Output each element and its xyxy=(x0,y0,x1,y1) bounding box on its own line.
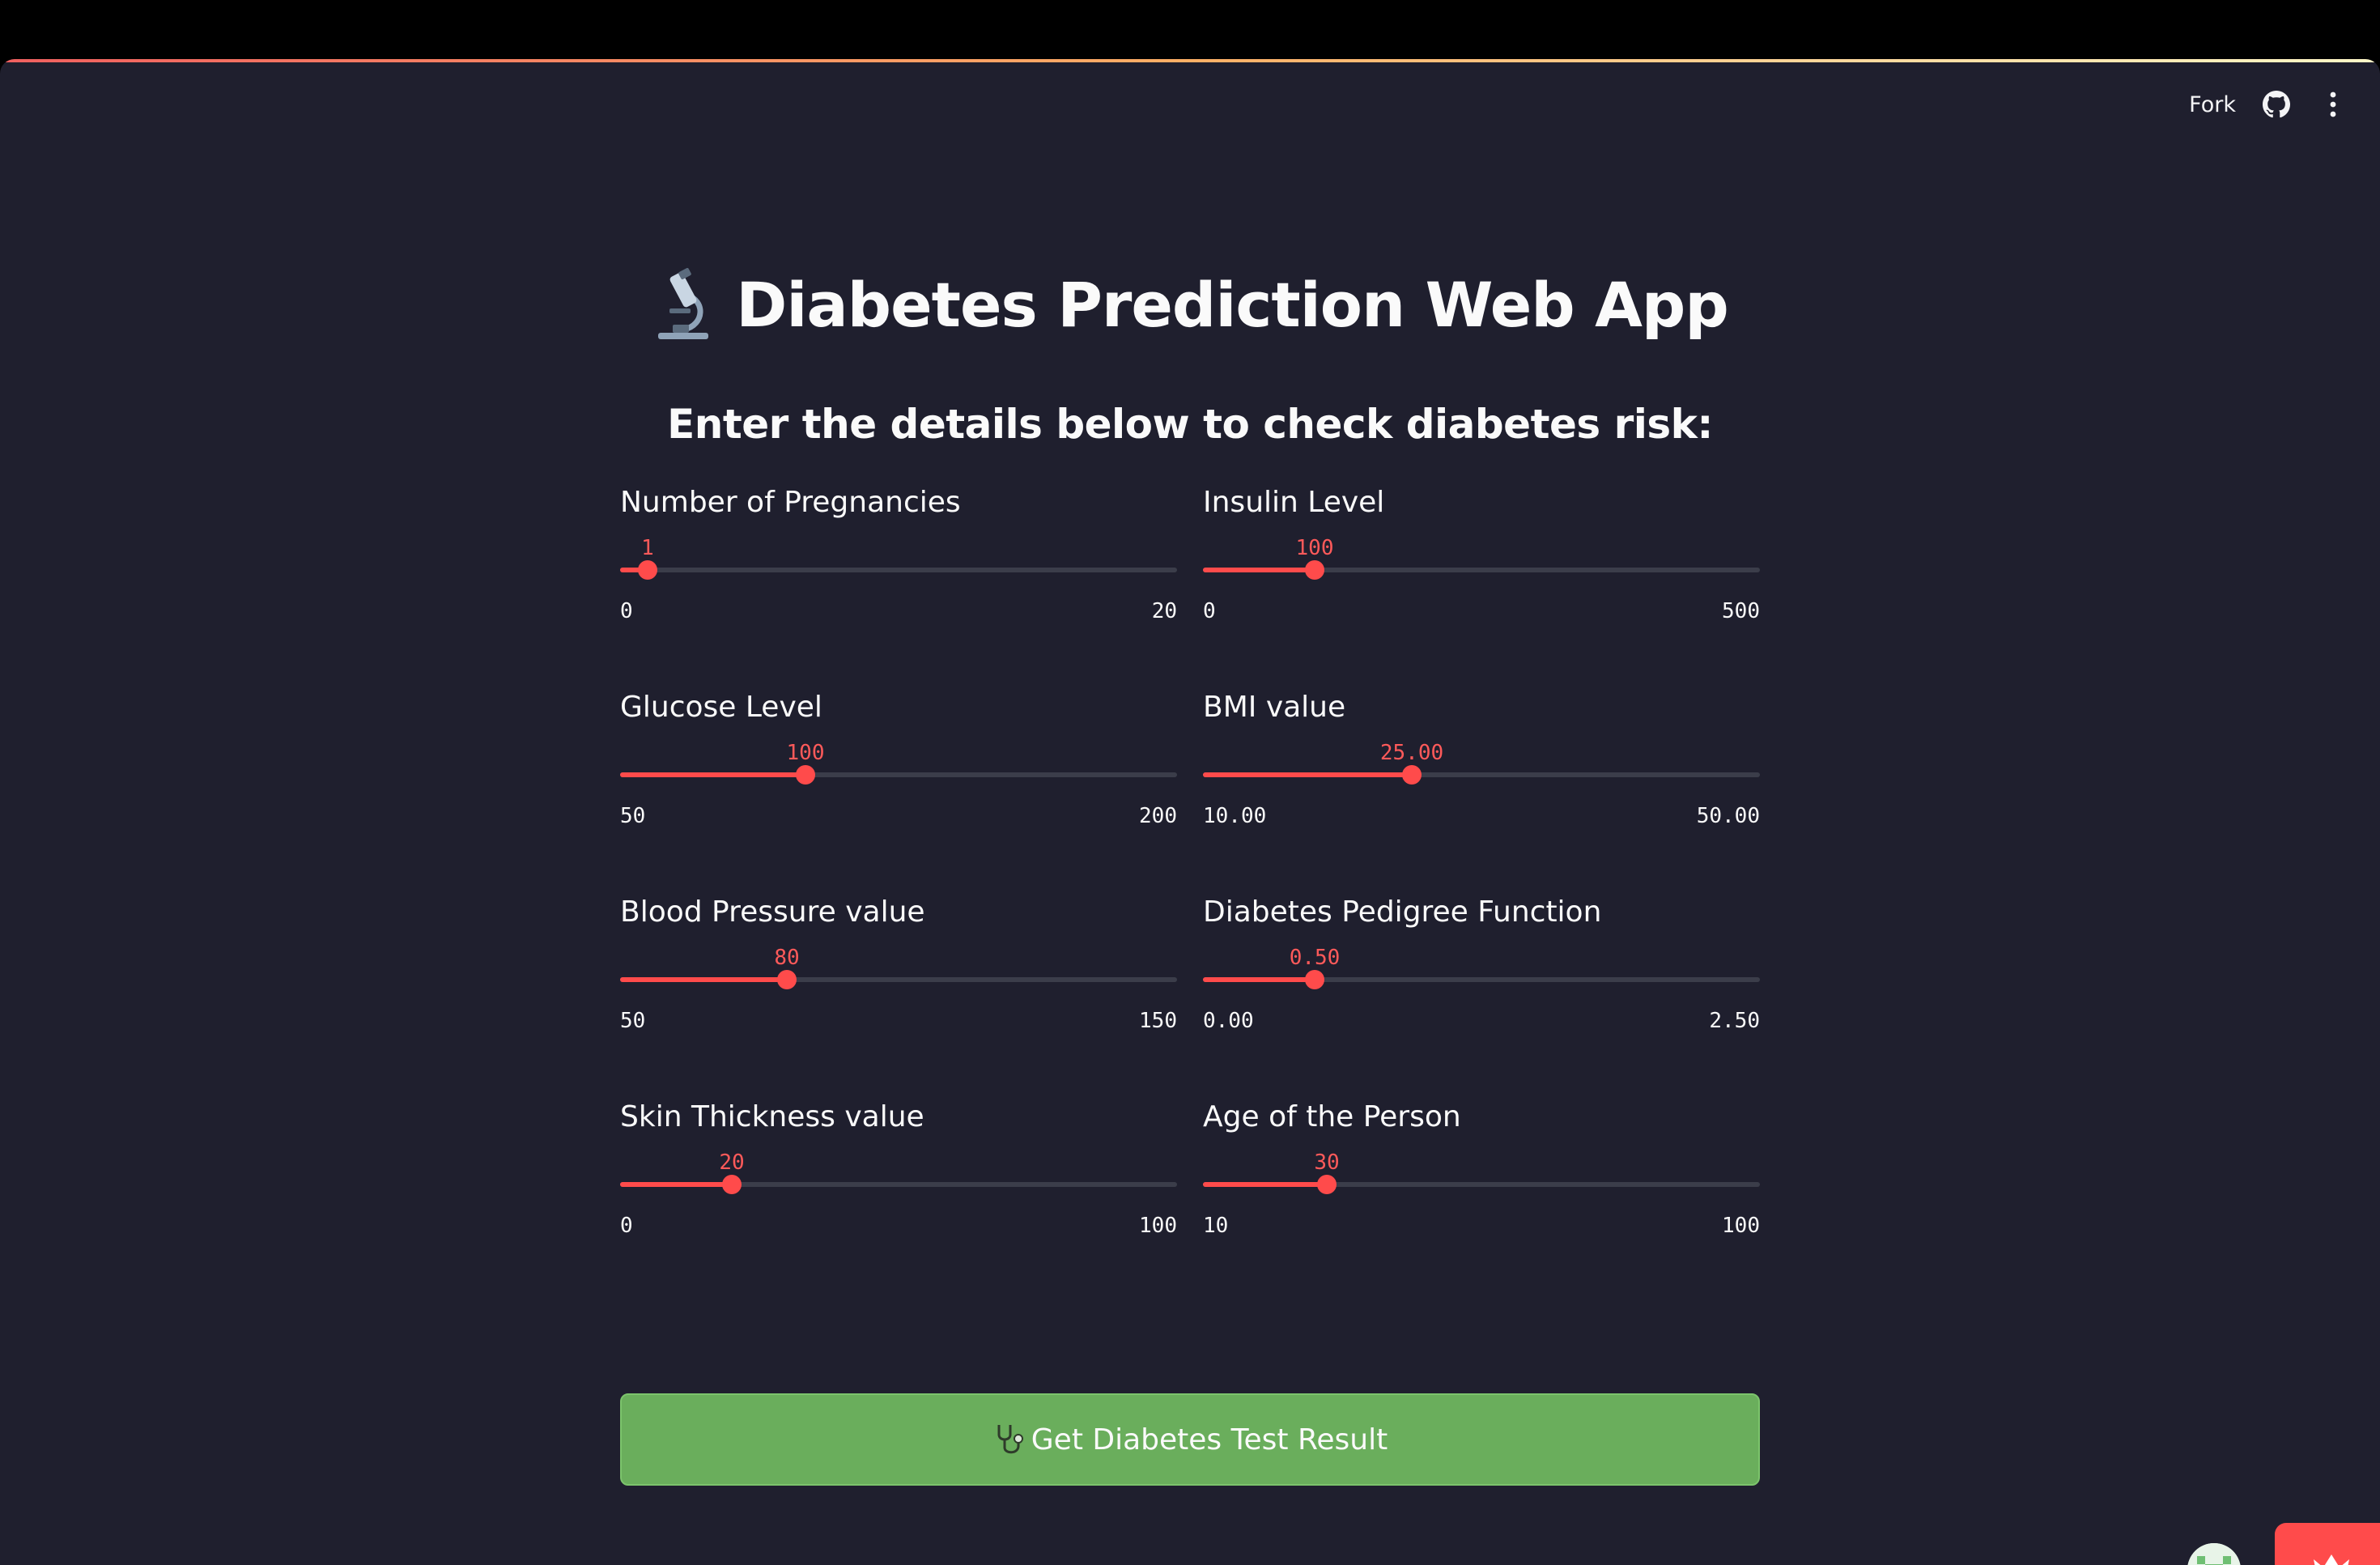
slider-label: Number of Pregnancies xyxy=(620,486,961,519)
slider-label: Blood Pressure value xyxy=(620,895,925,929)
slider-track[interactable] xyxy=(1203,977,1760,982)
slider-thumb[interactable] xyxy=(1305,970,1324,989)
slider-min-label: 50 xyxy=(620,1009,646,1033)
get-result-button-label: Get Diabetes Test Result xyxy=(1031,1423,1388,1457)
slider-min-label: 0 xyxy=(620,599,633,623)
slider-insulin-level[interactable]: Insulin Level 100 0 500 xyxy=(1203,486,1760,623)
github-icon[interactable] xyxy=(2260,88,2293,121)
slider-value: 20 xyxy=(719,1150,745,1175)
slider-skin-thickness-value[interactable]: Skin Thickness value 20 0 100 xyxy=(620,1100,1177,1238)
slider-min-label: 0.00 xyxy=(1203,1009,1254,1033)
slider-value: 100 xyxy=(786,741,825,765)
slider-value: 80 xyxy=(774,946,800,970)
slider-fill xyxy=(620,772,805,777)
slider-max-label: 500 xyxy=(1722,599,1760,623)
slider-max-label: 2.50 xyxy=(1709,1009,1760,1033)
avatar[interactable] xyxy=(2187,1543,2241,1565)
slider-thumb[interactable] xyxy=(1305,560,1324,580)
slider-label: Insulin Level xyxy=(1203,486,1385,519)
page-subtitle: Enter the details below to check diabete… xyxy=(667,401,1713,448)
slider-fill xyxy=(1203,977,1315,982)
slider-min-label: 10.00 xyxy=(1203,804,1267,828)
slider-thumb[interactable] xyxy=(722,1175,742,1194)
slider-fill xyxy=(1203,772,1412,777)
slider-track[interactable] xyxy=(620,568,1177,572)
slider-label: BMI value xyxy=(1203,691,1346,724)
streamlit-badge[interactable] xyxy=(2275,1523,2380,1565)
slider-max-label: 200 xyxy=(1139,804,1177,828)
slider-bmi-value[interactable]: BMI value 25.00 10.00 50.00 xyxy=(1203,691,1760,828)
slider-value: 100 xyxy=(1295,536,1334,560)
slider-max-label: 20 xyxy=(1151,599,1177,623)
app-window: Fork Diabetes Prediction Web App Enter t… xyxy=(0,59,2380,1565)
microscope-icon xyxy=(652,268,715,341)
slider-fill xyxy=(620,977,787,982)
slider-glucose-level[interactable]: Glucose Level 100 50 200 xyxy=(620,691,1177,828)
slider-max-label: 50.00 xyxy=(1696,804,1760,828)
slider-value: 25.00 xyxy=(1379,741,1444,765)
slider-track[interactable] xyxy=(1203,1182,1760,1187)
slider-track[interactable] xyxy=(620,1182,1177,1187)
slider-label: Diabetes Pedigree Function xyxy=(1203,895,1602,929)
slider-track[interactable] xyxy=(620,772,1177,777)
stethoscope-icon xyxy=(992,1422,1026,1457)
slider-value: 0.50 xyxy=(1289,946,1341,970)
slider-value: 1 xyxy=(641,536,654,560)
slider-fill xyxy=(620,1182,732,1187)
slider-label: Glucose Level xyxy=(620,691,822,724)
page-title: Diabetes Prediction Web App xyxy=(0,268,2380,341)
slider-max-label: 150 xyxy=(1139,1009,1177,1033)
slider-fill xyxy=(1203,1182,1327,1187)
slider-number-of-pregnancies[interactable]: Number of Pregnancies 1 0 20 xyxy=(620,486,1177,623)
kebab-menu-icon[interactable] xyxy=(2317,88,2349,121)
slider-min-label: 0 xyxy=(620,1214,633,1238)
slider-max-label: 100 xyxy=(1722,1214,1760,1238)
slider-label: Skin Thickness value xyxy=(620,1100,924,1133)
top-accent-bar xyxy=(0,59,2380,62)
slider-thumb[interactable] xyxy=(777,970,797,989)
slider-thumb[interactable] xyxy=(796,765,815,785)
slider-label: Age of the Person xyxy=(1203,1100,1461,1133)
crown-icon xyxy=(2310,1551,2352,1565)
slider-min-label: 0 xyxy=(1203,599,1216,623)
slider-thumb[interactable] xyxy=(1317,1175,1337,1194)
slider-thumb[interactable] xyxy=(1402,765,1422,785)
slider-min-label: 50 xyxy=(620,804,646,828)
slider-track[interactable] xyxy=(620,977,1177,982)
slider-track[interactable] xyxy=(1203,772,1760,777)
slider-track[interactable] xyxy=(1203,568,1760,572)
slider-min-label: 10 xyxy=(1203,1214,1229,1238)
page-title-text: Diabetes Prediction Web App xyxy=(736,268,1728,341)
slider-value: 30 xyxy=(1314,1150,1340,1175)
fork-link[interactable]: Fork xyxy=(2189,92,2236,117)
slider-fill xyxy=(1203,568,1315,572)
get-result-button[interactable]: Get Diabetes Test Result xyxy=(620,1393,1760,1486)
slider-diabetes-pedigree-function[interactable]: Diabetes Pedigree Function 0.50 0.00 2.50 xyxy=(1203,895,1760,1033)
slider-blood-pressure-value[interactable]: Blood Pressure value 80 50 150 xyxy=(620,895,1177,1033)
slider-max-label: 100 xyxy=(1139,1214,1177,1238)
slider-thumb[interactable] xyxy=(638,560,657,580)
slider-age-of-the-person[interactable]: Age of the Person 30 10 100 xyxy=(1203,1100,1760,1238)
toolbar: Fork xyxy=(2189,82,2349,127)
